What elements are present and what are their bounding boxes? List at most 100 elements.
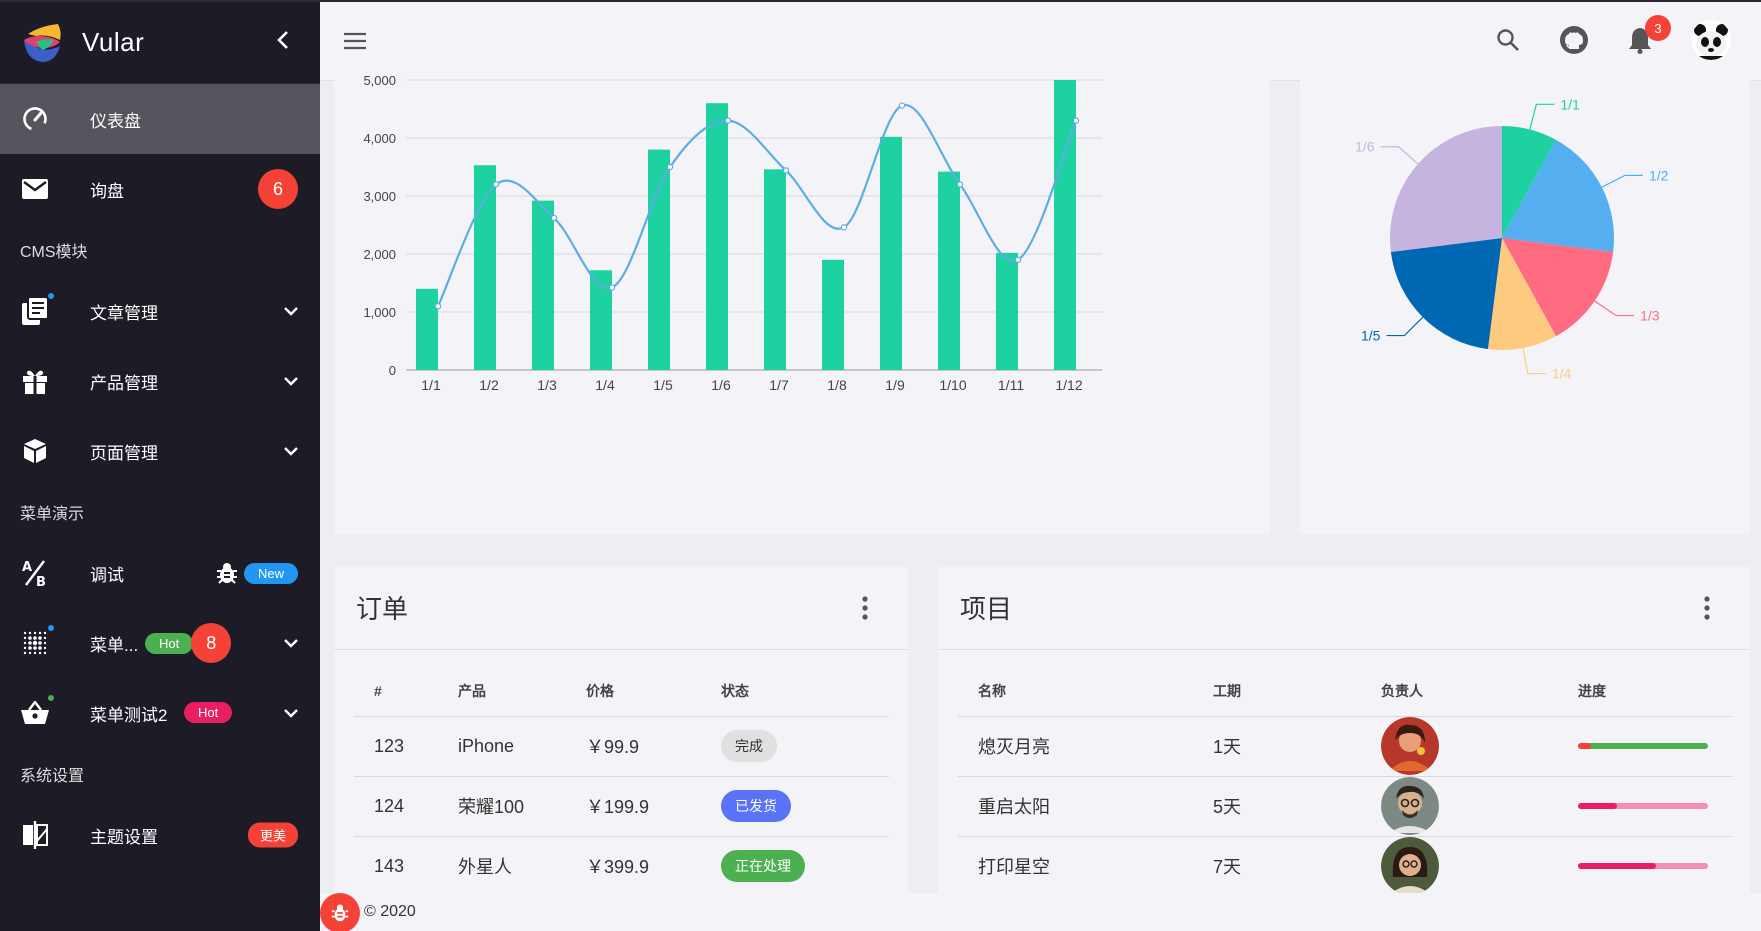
y-tick-label: 0 bbox=[389, 363, 396, 378]
order-id: 143 bbox=[354, 836, 438, 897]
project-name: 重启太阳 bbox=[958, 776, 1193, 837]
line-point bbox=[840, 224, 848, 231]
orders-table: # 产品 价格 状态 123 iPhone ￥99.9 完成 124 荣耀100… bbox=[354, 666, 889, 897]
project-duration: 1天 bbox=[1193, 716, 1361, 777]
chevron-down-icon bbox=[284, 709, 298, 718]
orders-header: 订单 bbox=[334, 566, 908, 650]
sidebar-item-pages[interactable]: 页面管理 bbox=[0, 416, 320, 486]
section-title-menu-demo: 菜单演示 bbox=[20, 506, 85, 523]
bar-line-chart-card: 0 1,000 2,000 3,000 4,000 5,000 1/1 1/2 1/3 1/4 1/… bbox=[334, 60, 1270, 535]
line-point bbox=[898, 102, 906, 109]
bug-report-button[interactable] bbox=[320, 893, 360, 931]
pie-label: 1/2 bbox=[1649, 167, 1669, 183]
pie-chart-card: 1/1 1/2 1/3 1/4 1/5 1/6 bbox=[1300, 60, 1750, 535]
line-point bbox=[608, 284, 616, 291]
line-point bbox=[956, 181, 964, 188]
notification-dot bbox=[46, 291, 56, 301]
project-owner-cell bbox=[1361, 776, 1558, 837]
sidebar-item-label: 询盘 bbox=[90, 181, 124, 201]
project-progress-cell bbox=[1558, 716, 1733, 777]
vular-logo-icon bbox=[24, 23, 61, 62]
sidebar-item-label: 页面管理 bbox=[90, 443, 158, 463]
line-point bbox=[434, 302, 442, 310]
collapse-sidebar-button[interactable] bbox=[276, 30, 290, 56]
bar bbox=[706, 103, 728, 370]
more-vert-icon[interactable] bbox=[1704, 596, 1710, 620]
sidebar-item-menu[interactable]: 菜单... Hot 8 bbox=[0, 608, 320, 678]
notification-dot bbox=[46, 693, 56, 703]
pie-label: 1/3 bbox=[1640, 308, 1660, 324]
sidebar-item-menu-test2[interactable]: 菜单测试2 Hot bbox=[0, 678, 320, 748]
table-row[interactable]: 打印星空 7天 bbox=[958, 836, 1733, 897]
x-tick-label: 1/2 bbox=[479, 377, 499, 393]
x-tick-label: 1/3 bbox=[537, 377, 557, 393]
sidebar-item-products[interactable]: 产品管理 bbox=[0, 346, 320, 416]
order-product: 荣耀100 bbox=[438, 776, 566, 837]
theme-icon bbox=[20, 820, 50, 850]
menu-count-badge: 8 bbox=[191, 623, 232, 663]
y-tick-label: 5,000 bbox=[363, 73, 396, 88]
basket-icon bbox=[20, 693, 56, 728]
sidebar-item-label: 主题设置 bbox=[90, 827, 158, 847]
pie-leader-line bbox=[1594, 300, 1635, 317]
more-vert-icon[interactable] bbox=[862, 596, 868, 620]
order-status-cell: 已发货 bbox=[701, 776, 889, 837]
sidebar-item-dashboard[interactable]: 仪表盘 bbox=[0, 84, 320, 154]
project-progress-cell bbox=[1558, 836, 1733, 897]
github-button[interactable] bbox=[1559, 25, 1589, 55]
status-badge: 正在处理 bbox=[721, 850, 805, 882]
x-tick-label: 1/7 bbox=[769, 377, 789, 393]
speedometer-icon bbox=[20, 104, 50, 134]
grid-dots-icon bbox=[20, 623, 56, 658]
bar bbox=[1054, 80, 1076, 370]
pie-leader-line bbox=[1529, 103, 1555, 130]
gift-icon bbox=[20, 366, 50, 396]
github-icon bbox=[1560, 26, 1588, 54]
projects-card: 项目 名称 工期 负责人 进度 熄灭月亮 1天 重启太阳 5天 打印星空 7天 bbox=[938, 566, 1750, 906]
project-progress-cell bbox=[1558, 776, 1733, 837]
column-header: 价格 bbox=[566, 666, 701, 717]
line-point bbox=[1072, 117, 1080, 124]
search-icon bbox=[1497, 29, 1519, 51]
user-avatar[interactable] bbox=[1691, 20, 1731, 60]
x-tick-label: 1/11 bbox=[998, 377, 1024, 393]
avatar bbox=[1381, 837, 1439, 895]
sidebar-item-theme[interactable]: 主题设置 更美 bbox=[0, 800, 320, 870]
cube-icon bbox=[20, 436, 50, 466]
sidebar-item-articles[interactable]: 文章管理 bbox=[0, 276, 320, 346]
order-price: ￥399.9 bbox=[566, 836, 701, 897]
sidebar-item-inquiry[interactable]: 询盘 6 bbox=[0, 154, 320, 224]
table-row[interactable]: 143 外星人 ￥399.9 正在处理 bbox=[354, 836, 889, 897]
project-name: 打印星空 bbox=[958, 836, 1193, 897]
orders-title: 订单 bbox=[356, 594, 409, 624]
sidebar-item-label: 仪表盘 bbox=[90, 111, 141, 131]
table-row[interactable]: 熄灭月亮 1天 bbox=[958, 716, 1733, 777]
order-status-cell: 完成 bbox=[701, 716, 889, 777]
line-point bbox=[724, 117, 732, 124]
pie-leader-line bbox=[1601, 174, 1643, 188]
bug-icon bbox=[216, 563, 237, 584]
app-name: Vular bbox=[82, 27, 145, 57]
line-point bbox=[1014, 256, 1022, 263]
brand: Vular bbox=[0, 2, 320, 84]
new-pill: New bbox=[243, 562, 298, 584]
search-button[interactable] bbox=[1493, 25, 1523, 55]
projects-title: 项目 bbox=[960, 594, 1013, 624]
notification-count: 3 bbox=[1645, 15, 1671, 41]
svg-text:B: B bbox=[36, 575, 46, 587]
table-row[interactable]: 124 荣耀100 ￥199.9 已发货 bbox=[354, 776, 889, 837]
bar bbox=[416, 288, 438, 370]
sidebar-item-debug[interactable]: AB 调试 New bbox=[0, 538, 320, 608]
panda-avatar-icon bbox=[1691, 20, 1731, 60]
svg-text:A: A bbox=[22, 560, 32, 575]
table-row[interactable]: 重启太阳 5天 bbox=[958, 776, 1733, 837]
bar bbox=[764, 169, 786, 370]
y-tick-label: 3,000 bbox=[363, 189, 396, 204]
pie-label: 1/5 bbox=[1361, 328, 1381, 344]
notifications-button[interactable]: 3 bbox=[1625, 15, 1671, 55]
order-price: ￥99.9 bbox=[566, 716, 701, 777]
hamburger-menu-icon[interactable] bbox=[342, 30, 368, 52]
table-row[interactable]: 123 iPhone ￥99.9 完成 bbox=[354, 716, 889, 777]
column-header: 工期 bbox=[1193, 666, 1361, 717]
x-tick-label: 1/10 bbox=[939, 377, 966, 393]
